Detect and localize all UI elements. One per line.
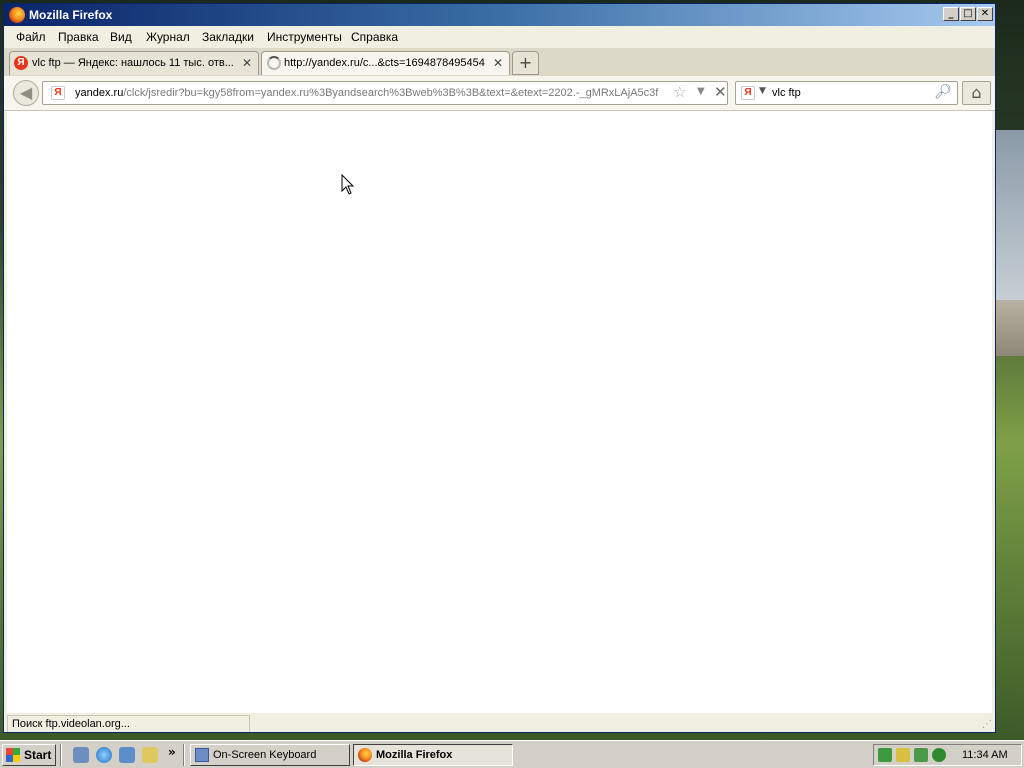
tab-loading-page[interactable]: http://yandex.ru/c...&cts=1694878495454 … xyxy=(261,51,510,75)
search-magnifier-icon[interactable]: 🔎︎ xyxy=(934,84,952,100)
tab-yandex-search[interactable]: Я vlc ftp — Яндекс: нашлось 11 тыс. отв.… xyxy=(9,51,259,75)
title-bar[interactable]: Mozilla Firefox _ □ ✕ xyxy=(4,4,995,26)
window-title: Mozilla Firefox xyxy=(29,8,113,22)
back-arrow-icon: ◀ xyxy=(19,83,33,102)
menu-edit[interactable]: Правка xyxy=(58,30,99,44)
menu-help[interactable]: Справка xyxy=(351,30,398,44)
internet-explorer-icon[interactable] xyxy=(96,747,112,763)
keyboard-icon xyxy=(195,748,209,762)
tab-close-icon[interactable]: ✕ xyxy=(493,56,503,70)
show-desktop-icon[interactable] xyxy=(73,747,89,763)
page-content[interactable] xyxy=(7,111,992,716)
navigation-toolbar: ◀ Я yandex.ru/clck/jsredir?bu=kgy58from=… xyxy=(4,76,995,111)
desktop-wallpaper-building xyxy=(996,300,1024,356)
tab-label: vlc ftp — Яндекс: нашлось 11 тыс. отв... xyxy=(32,57,234,69)
desktop-wallpaper-sky xyxy=(996,130,1024,300)
search-engine-icon[interactable]: Я xyxy=(741,86,755,100)
url-path: /clck/jsredir?bu=kgy58from=yandex.ru%3By… xyxy=(123,87,659,99)
yandex-icon: Я xyxy=(14,56,28,70)
tray-network-icon[interactable] xyxy=(878,748,892,762)
firefox-window: Mozilla Firefox _ □ ✕ Файл Правка Вид Жу… xyxy=(3,3,996,733)
network-icon[interactable] xyxy=(119,747,135,763)
home-button[interactable]: ⌂ xyxy=(962,81,991,105)
quicklaunch-overflow-icon[interactable]: » xyxy=(168,745,176,759)
close-button[interactable]: ✕ xyxy=(977,7,993,21)
new-tab-button[interactable]: + xyxy=(512,51,539,75)
url-domain: yandex.ru xyxy=(75,87,124,99)
taskbar-button-firefox[interactable]: Mozilla Firefox xyxy=(353,744,513,766)
maximize-button[interactable]: □ xyxy=(960,7,976,21)
url-text[interactable]: yandex.ru/clck/jsredir?bu=kgy58from=yand… xyxy=(75,87,667,99)
tray-power-icon[interactable] xyxy=(896,748,910,762)
search-bar[interactable]: Я ▼ vlc ftp 🔎︎ xyxy=(735,81,958,105)
system-tray: 11:34 AM xyxy=(873,744,1022,766)
windows-logo-icon xyxy=(6,748,20,762)
resize-grip-icon[interactable]: ⋰ xyxy=(982,719,992,730)
menu-tools[interactable]: Инструменты xyxy=(267,30,342,44)
firefox-icon xyxy=(358,748,372,762)
url-dropdown-icon[interactable]: ▼ xyxy=(697,86,705,97)
stop-icon[interactable]: ✕ xyxy=(714,83,727,101)
menu-view[interactable]: Вид xyxy=(110,30,132,44)
clock[interactable]: 11:34 AM xyxy=(962,749,1008,761)
search-engine-dropdown-icon[interactable]: ▼ xyxy=(759,86,766,96)
taskbar-separator xyxy=(60,744,62,766)
site-identity-icon[interactable]: Я xyxy=(51,86,65,100)
firefox-icon xyxy=(9,7,25,23)
tab-label: http://yandex.ru/c...&cts=1694878495454 xyxy=(284,57,485,69)
menu-bar: Файл Правка Вид Журнал Закладки Инструме… xyxy=(4,26,995,48)
taskbar-separator xyxy=(183,744,185,766)
menu-file[interactable]: Файл xyxy=(16,30,46,44)
home-icon: ⌂ xyxy=(971,83,982,102)
loading-spinner-icon xyxy=(267,56,281,70)
taskbar-button-label: On-Screen Keyboard xyxy=(213,749,317,761)
back-button[interactable]: ◀ xyxy=(13,80,39,106)
url-bar[interactable]: Я yandex.ru/clck/jsredir?bu=kgy58from=ya… xyxy=(42,81,728,105)
tray-security-icon[interactable] xyxy=(914,748,928,762)
menu-bookmarks[interactable]: Закладки xyxy=(202,30,254,44)
start-button[interactable]: Start xyxy=(2,744,56,766)
status-text: Поиск ftp.videolan.org... xyxy=(7,715,250,732)
tab-close-icon[interactable]: ✕ xyxy=(242,56,252,70)
tray-torrent-icon[interactable] xyxy=(932,748,946,762)
search-files-icon[interactable] xyxy=(142,747,158,763)
tab-strip: Я vlc ftp — Яндекс: нашлось 11 тыс. отв.… xyxy=(4,48,995,77)
mouse-cursor-icon xyxy=(341,174,355,195)
status-bar: Поиск ftp.videolan.org... ⋰ xyxy=(4,713,995,732)
taskbar-button-on-screen-keyboard[interactable]: On-Screen Keyboard xyxy=(190,744,350,766)
taskbar: Start » On-Screen Keyboard Mozilla Firef… xyxy=(0,740,1024,768)
minimize-button[interactable]: _ xyxy=(943,7,959,21)
bookmark-star-icon[interactable]: ☆ xyxy=(673,83,686,101)
start-label: Start xyxy=(24,748,52,762)
search-input[interactable]: vlc ftp xyxy=(772,87,801,99)
menu-history[interactable]: Журнал xyxy=(146,30,190,44)
taskbar-button-label: Mozilla Firefox xyxy=(376,749,453,761)
